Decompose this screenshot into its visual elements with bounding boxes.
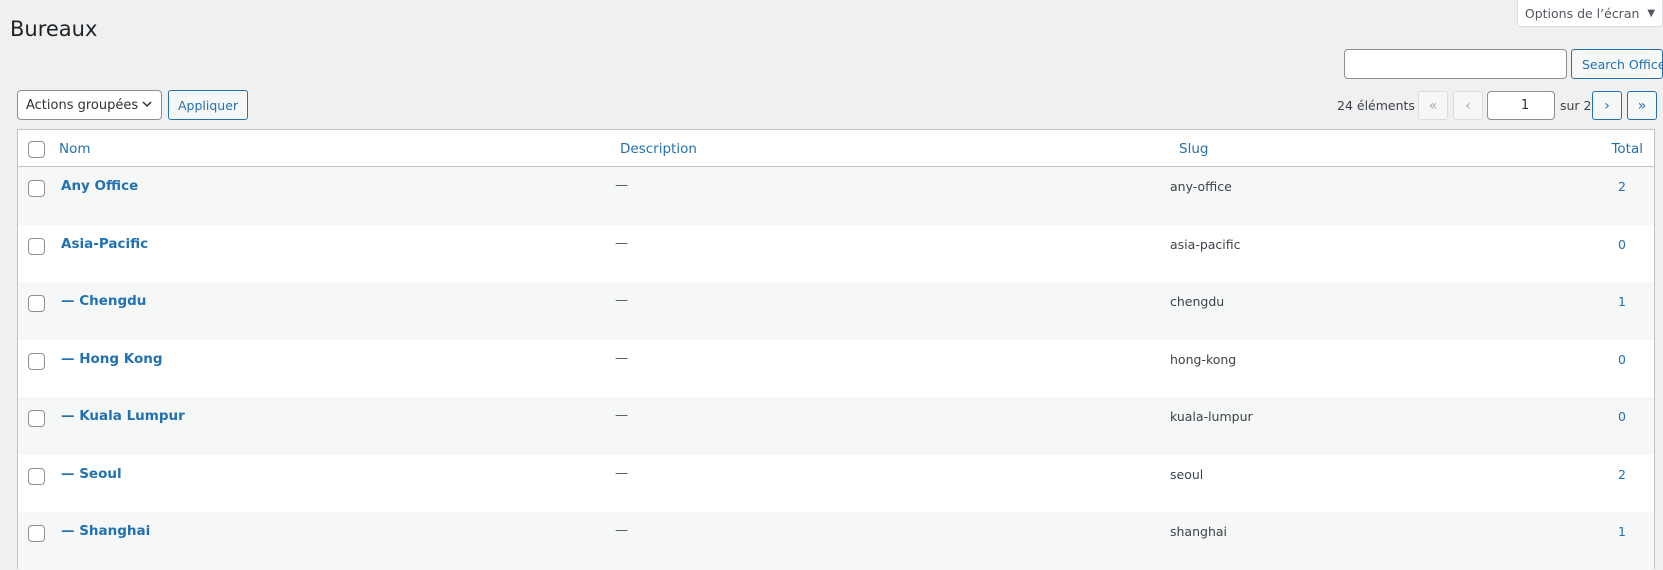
column-header-name[interactable]: Nom (59, 141, 91, 157)
row-slug: seoul (1170, 466, 1204, 482)
row-description: — (615, 235, 628, 251)
screen-options-button[interactable]: Options de l’écran ▼ (1517, 0, 1663, 27)
table-row: — Hong Kong — hong-kong 0 (18, 340, 1654, 398)
column-header-description: Description (620, 141, 697, 157)
offices-table: Nom Description Slug Total Any Office — … (17, 129, 1655, 570)
row-slug: kuala-lumpur (1170, 409, 1253, 424)
row-name-link[interactable]: Any Office (61, 178, 138, 194)
row-description: — (615, 350, 628, 366)
row-total-link[interactable]: 1 (1618, 294, 1626, 309)
row-checkbox[interactable] (28, 410, 45, 427)
row-name-link[interactable]: Asia-Pacific (61, 236, 148, 252)
table-row: — Kuala Lumpur — kuala-lumpur 0 (18, 397, 1654, 455)
prev-page-button: ‹ (1453, 91, 1483, 120)
row-description: — (615, 465, 628, 481)
row-slug: chengdu (1170, 294, 1225, 309)
caret-down-icon: ▼ (1647, 7, 1656, 19)
row-checkbox[interactable] (28, 180, 45, 197)
row-total-link[interactable]: 1 (1618, 524, 1626, 539)
row-slug: hong-kong (1170, 351, 1237, 367)
page-title: Bureaux (10, 17, 98, 41)
column-header-slug[interactable]: Slug (1179, 141, 1208, 157)
first-page-button: « (1418, 91, 1448, 120)
chevron-down-icon (142, 101, 152, 108)
table-row: — Seoul — seoul 2 (18, 455, 1654, 513)
row-slug: asia-pacific (1170, 236, 1241, 252)
column-header-total[interactable]: Total (1611, 141, 1643, 157)
row-total-link[interactable]: 0 (1618, 409, 1626, 424)
table-row: Any Office — any-office 2 (18, 167, 1654, 225)
row-name-link[interactable]: — Chengdu (61, 293, 146, 309)
next-page-button[interactable]: › (1592, 91, 1622, 120)
row-checkbox[interactable] (28, 295, 45, 312)
row-slug: any-office (1170, 179, 1232, 194)
table-header: Nom Description Slug Total (18, 130, 1654, 167)
row-description: — (615, 523, 628, 538)
select-all-checkbox[interactable] (28, 141, 45, 158)
row-name-link[interactable]: — Shanghai (61, 523, 150, 539)
search-button[interactable]: Search Office (1571, 49, 1663, 79)
screen-options-label: Options de l’écran (1524, 5, 1640, 21)
row-slug: shanghai (1170, 524, 1228, 539)
bulk-actions-select[interactable]: Actions groupées (17, 90, 162, 120)
row-description: — (615, 178, 628, 193)
row-total-link[interactable]: 0 (1618, 352, 1626, 367)
total-pages-label: sur 2 (1560, 98, 1592, 113)
current-page-input[interactable]: 1 (1487, 91, 1555, 120)
row-name-link[interactable]: — Kuala Lumpur (61, 408, 185, 424)
row-checkbox[interactable] (28, 525, 45, 542)
row-checkbox[interactable] (28, 237, 45, 255)
row-total-link[interactable]: 2 (1618, 467, 1626, 482)
apply-button[interactable]: Appliquer (168, 90, 248, 120)
bulk-actions-selected: Actions groupées (26, 97, 139, 113)
row-checkbox[interactable] (28, 352, 45, 370)
row-name-link[interactable]: — Hong Kong (61, 351, 163, 367)
last-page-button[interactable]: » (1627, 91, 1657, 120)
table-row: Asia-Pacific — asia-pacific 0 (18, 225, 1654, 283)
table-row: — Shanghai — shanghai 1 (18, 512, 1654, 570)
row-description: — (615, 293, 628, 308)
row-name-link[interactable]: — Seoul (61, 466, 122, 482)
row-checkbox[interactable] (28, 467, 45, 485)
row-total-link[interactable]: 2 (1618, 179, 1626, 194)
items-count: 24 éléments (1337, 98, 1415, 113)
table-row: — Chengdu — chengdu 1 (18, 282, 1654, 340)
search-input[interactable] (1344, 49, 1567, 79)
row-total-link[interactable]: 0 (1618, 237, 1626, 252)
row-description: — (615, 408, 628, 423)
